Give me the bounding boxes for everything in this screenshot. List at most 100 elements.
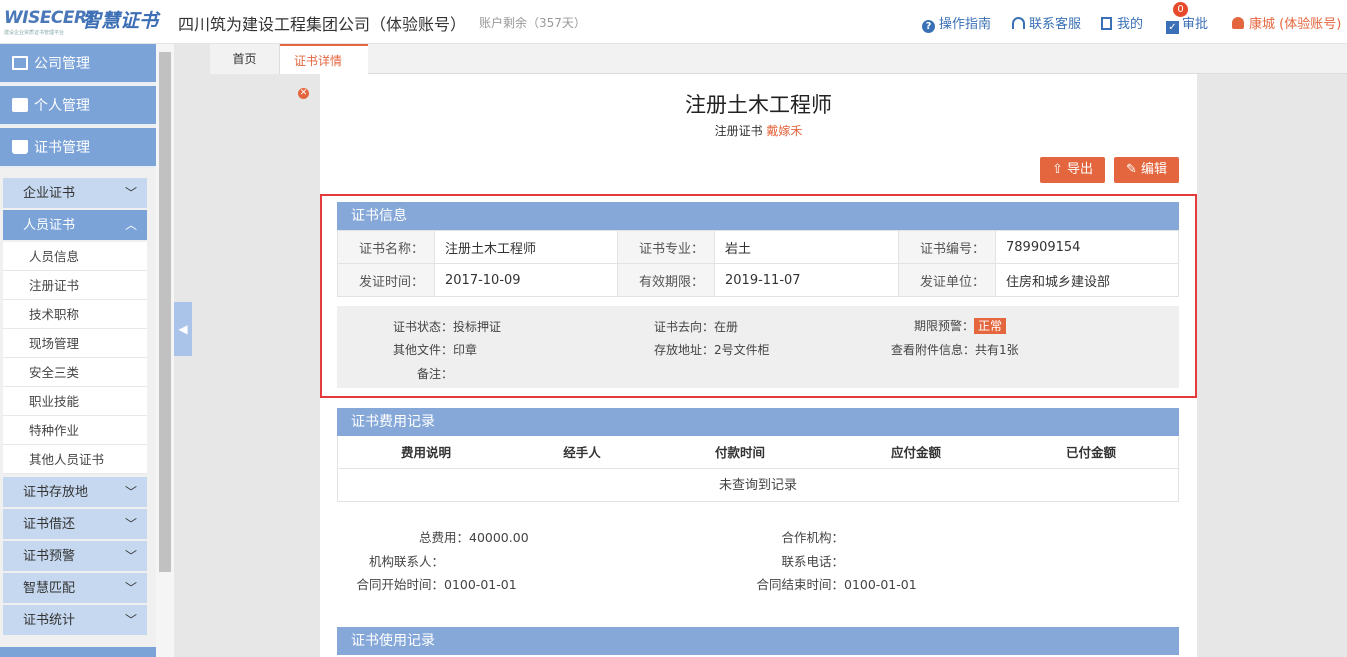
sidebar-certificate-management[interactable]: 证书管理 xyxy=(0,128,156,168)
chevron-down-icon: ﹀ xyxy=(124,186,137,200)
cert-name-value: 注册土木工程师 xyxy=(434,230,618,264)
cert-status: 证书状态：投标押证 xyxy=(393,320,502,334)
building-icon xyxy=(12,56,28,70)
company-name: 四川筑为建设工程集团公司（体验账号） xyxy=(178,15,467,34)
field-label: 发证单位： xyxy=(898,263,996,297)
sidebar: 公司管理 个人管理 证书管理 企业证书 ﹀ 人员证书 ︿ 人员信息 注册证书 技术职… xyxy=(0,44,156,657)
table-row: 发证时间： 2017-10-09 有效期限： 2019-11-07 发证单位： … xyxy=(337,263,1179,297)
pencil-icon: ✎ xyxy=(1125,162,1137,177)
sidebar-enterprise-certs[interactable]: 企业证书 ﹀ xyxy=(3,178,147,209)
sidebar-next-section[interactable] xyxy=(0,647,156,657)
other-files: 其他文件：印章 xyxy=(393,343,478,357)
sidebar-personal-management[interactable]: 个人管理 xyxy=(0,86,156,126)
tab-home[interactable]: 首页 xyxy=(210,44,280,74)
id-card-icon xyxy=(12,98,28,112)
scrollbar-thumb[interactable] xyxy=(159,52,171,572)
field-label: 证书专业： xyxy=(617,230,715,264)
column-header: 付款时间 xyxy=(714,445,765,460)
help-icon: ? xyxy=(922,20,935,33)
expiry-warning: 期限预警： 正常 xyxy=(914,317,1007,334)
view-attachments-link[interactable]: 查看附件信息：共有1张 xyxy=(891,341,1019,358)
column-header: 应付金额 xyxy=(890,445,941,460)
fee-partner-org: 合作机构： xyxy=(781,530,844,545)
user-icon xyxy=(1232,17,1244,29)
cert-direction: 证书去向：在册 xyxy=(654,320,739,334)
cert-info-table: 证书名称： 注册土木工程师 证书专业： 岩土 证书编号： 789909154 发… xyxy=(337,230,1179,297)
page-title: 注册土木工程师 xyxy=(685,93,832,117)
sidebar-cert-warning[interactable]: 证书预警 ﹀ xyxy=(3,541,147,572)
sidebar-smart-match[interactable]: 智慧匹配 ﹀ xyxy=(3,573,147,604)
person-name[interactable]: 戴嫁禾 xyxy=(766,124,802,138)
fee-org-contact: 机构联系人： xyxy=(368,554,444,569)
status-badge: 正常 xyxy=(974,318,1007,334)
sidebar-cert-statistics[interactable]: 证书统计 ﹀ xyxy=(3,605,147,636)
account-remaining: 账户剩余（357天） xyxy=(479,16,586,30)
upload-icon: ⇧ xyxy=(1051,162,1063,177)
logo-subtitle: 建设企业资质证书管理平台 xyxy=(4,30,65,36)
sidebar-item-site-management[interactable]: 现场管理 xyxy=(3,329,147,358)
export-button[interactable]: ⇧ 导出 xyxy=(1040,157,1105,183)
fee-contract-start: 合同开始时间：0100-01-01 xyxy=(356,577,517,592)
remark: 备注： xyxy=(417,367,454,381)
book-icon xyxy=(12,140,28,154)
chevron-down-icon: ﹀ xyxy=(124,517,137,531)
column-header: 经手人 xyxy=(563,445,601,460)
sidebar-item-personnel-info[interactable]: 人员信息 xyxy=(3,242,147,271)
tab-cert-detail[interactable]: 证书详情✕ xyxy=(280,44,368,99)
fee-contract-end: 合同结束时间：0100-01-01 xyxy=(756,577,917,592)
checkbox-icon: ✓ xyxy=(1166,21,1179,34)
triangle-left-icon: ◀ xyxy=(178,322,188,336)
approve-link[interactable]: ✓ 审批 xyxy=(1166,13,1208,34)
issue-date-value: 2017-10-09 xyxy=(434,263,618,297)
chevron-down-icon: ﹀ xyxy=(124,549,137,563)
sidebar-personnel-certs[interactable]: 人员证书 ︿ xyxy=(3,210,147,241)
field-label: 发证时间： xyxy=(337,263,435,297)
chevron-up-icon: ︿ xyxy=(124,218,137,232)
logo-cn-text: 智慧证书 xyxy=(82,10,159,32)
sidebar-item-safety-three[interactable]: 安全三类 xyxy=(3,358,147,387)
field-label: 有效期限： xyxy=(617,263,715,297)
column-header: 费用说明 xyxy=(400,445,451,460)
fee-empty-row: 未查询到记录 xyxy=(337,469,1179,502)
collapse-sidebar-button[interactable]: ◀ xyxy=(174,302,192,356)
tab-bar: 首页 证书详情✕ xyxy=(210,44,1347,99)
top-header: WISECERT 智慧证书 建设企业资质证书管理平台 四川筑为建设工程集团公司（… xyxy=(0,0,1347,44)
fee-table-header: 费用说明 经手人 付款时间 应付金额 已付金额 xyxy=(337,437,1179,469)
sidebar-cert-storage[interactable]: 证书存放地 ﹀ xyxy=(3,477,147,508)
chevron-down-icon: ﹀ xyxy=(124,485,137,499)
sidebar-scrollbar[interactable] xyxy=(156,44,174,657)
sidebar-item-other-certs[interactable]: 其他人员证书 xyxy=(3,445,147,474)
edit-button[interactable]: ✎ 编辑 xyxy=(1114,157,1179,183)
chevron-down-icon: ﹀ xyxy=(124,613,137,627)
fee-phone: 联系电话： xyxy=(781,554,844,569)
sidebar-company-management[interactable]: 公司管理 xyxy=(0,44,156,84)
mine-link[interactable]: 我的 xyxy=(1101,13,1143,32)
column-header: 已付金额 xyxy=(1065,445,1116,460)
logo[interactable]: WISECERT 智慧证书 建设企业资质证书管理平台 xyxy=(4,6,160,38)
field-label: 证书名称： xyxy=(337,230,435,264)
cert-major-value: 岩土 xyxy=(714,230,899,264)
approve-count-badge: 0 xyxy=(1173,2,1188,17)
guide-link[interactable]: ? 操作指南 xyxy=(922,13,991,33)
section-fee-records: 证书费用记录 xyxy=(337,408,1179,436)
page-subtitle: 注册证书 戴嫁禾 xyxy=(714,124,803,138)
chevron-down-icon: ﹀ xyxy=(124,581,137,595)
sidebar-cert-borrow-return[interactable]: 证书借还 ﹀ xyxy=(3,509,147,540)
storage-location: 存放地址：2号文件柜 xyxy=(654,343,770,357)
section-cert-info: 证书信息 xyxy=(337,202,1179,230)
section-usage-records: 证书使用记录 xyxy=(337,627,1179,655)
table-row: 证书名称： 注册土木工程师 证书专业： 岩土 证书编号： 789909154 xyxy=(337,230,1179,264)
field-label: 证书编号： xyxy=(898,230,996,264)
sidebar-item-registered-certs[interactable]: 注册证书 xyxy=(3,271,147,300)
close-icon[interactable]: ✕ xyxy=(298,88,309,99)
valid-until-value: 2019-11-07 xyxy=(714,263,899,297)
sidebar-item-special-operations[interactable]: 特种作业 xyxy=(3,416,147,445)
user-menu[interactable]: 康城 (体验账号) xyxy=(1232,13,1341,32)
headset-icon xyxy=(1012,17,1025,29)
sidebar-item-vocational-skills[interactable]: 职业技能 xyxy=(3,387,147,416)
document-icon xyxy=(1101,17,1112,30)
fee-total: 总费用：40000.00 xyxy=(418,530,529,545)
sidebar-item-technical-titles[interactable]: 技术职称 xyxy=(3,300,147,329)
cert-number-value: 789909154 xyxy=(995,230,1179,264)
service-link[interactable]: 联系客服 xyxy=(1012,13,1081,32)
